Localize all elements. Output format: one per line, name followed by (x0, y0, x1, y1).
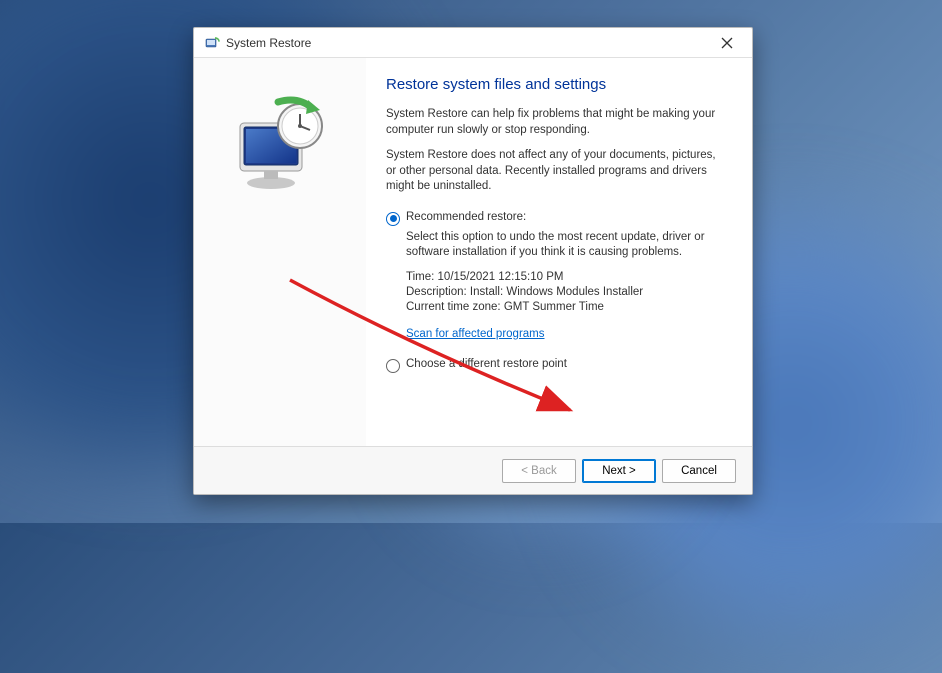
time-value: 10/15/2021 12:15:10 PM (438, 271, 564, 283)
description-value: Install: Windows Modules Installer (470, 286, 643, 298)
titlebar: System Restore (194, 28, 752, 58)
radio-choose-different-restore-point[interactable]: Choose a different restore point (386, 358, 728, 373)
restore-point-details: Time: 10/15/2021 12:15:10 PM Description… (406, 271, 728, 313)
system-restore-illustration-icon (220, 88, 340, 208)
wizard-image-panel (194, 58, 366, 446)
wizard-footer: < Back Next > Cancel (194, 446, 752, 494)
timezone-label: Current time zone: (406, 301, 501, 313)
radio-recommended-restore[interactable]: Recommended restore: (386, 211, 728, 226)
window-title: System Restore (226, 36, 712, 50)
scan-affected-programs-link[interactable]: Scan for affected programs (406, 328, 545, 340)
close-button[interactable] (712, 31, 742, 55)
system-restore-dialog: System Restore (193, 27, 753, 495)
back-button[interactable]: < Back (502, 459, 576, 483)
time-label: Time: (406, 271, 434, 283)
wizard-content-panel: Restore system files and settings System… (366, 58, 752, 446)
radio-recommended-label: Recommended restore: (406, 211, 526, 223)
system-restore-icon (204, 35, 220, 51)
radio-recommended-description: Select this option to undo the most rece… (406, 230, 728, 261)
description-label: Description: (406, 286, 467, 298)
radio-indicator-icon (386, 359, 400, 373)
intro-paragraph-1: System Restore can help fix problems tha… (386, 107, 728, 138)
intro-paragraph-2: System Restore does not affect any of yo… (386, 148, 728, 195)
page-heading: Restore system files and settings (386, 76, 728, 93)
radio-different-label: Choose a different restore point (406, 358, 567, 370)
radio-indicator-icon (386, 212, 400, 226)
next-button[interactable]: Next > (582, 459, 656, 483)
cancel-button[interactable]: Cancel (662, 459, 736, 483)
timezone-value: GMT Summer Time (504, 301, 604, 313)
close-icon (721, 37, 733, 49)
